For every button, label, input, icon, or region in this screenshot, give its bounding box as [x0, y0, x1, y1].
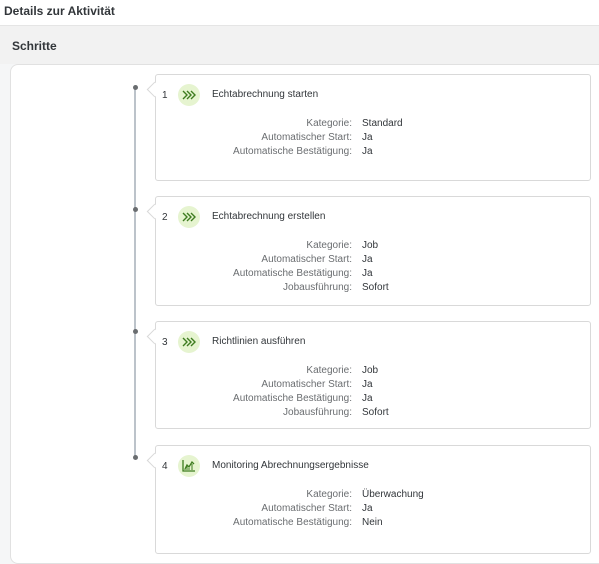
step-title: Echtabrechnung starten	[212, 89, 319, 100]
property-label: Kategorie:	[306, 489, 352, 500]
property-row: Automatische Bestätigung: Nein	[156, 516, 592, 530]
step-card-1[interactable]: 1 Echtabrechnung starten Kategorie: Stand…	[146, 74, 592, 181]
step-card-4[interactable]: 4 Monitoring Abrechnungsergebnisse Kateg…	[146, 445, 592, 554]
section-header: Schritte	[0, 26, 599, 64]
step-number: 1	[162, 90, 168, 101]
property-value: Überwachung	[362, 489, 424, 500]
property-row: Automatischer Start: Ja	[156, 253, 592, 267]
property-value: Standard	[362, 118, 403, 129]
property-label: Kategorie:	[306, 118, 352, 129]
step-card-2[interactable]: 2 Echtabrechnung erstellen Kategorie: Job…	[146, 196, 592, 306]
step-title: Richtlinien ausführen	[212, 336, 306, 347]
property-label: Automatische Bestätigung:	[233, 268, 352, 279]
property-row: Jobausführung: Sofort	[156, 281, 592, 295]
property-label: Automatische Bestätigung:	[233, 517, 352, 528]
step-number: 4	[162, 461, 168, 472]
property-row: Automatische Bestätigung: Ja	[156, 267, 592, 281]
step-title: Echtabrechnung erstellen	[212, 211, 326, 222]
property-value: Ja	[362, 268, 373, 279]
property-label: Jobausführung:	[283, 282, 352, 293]
timeline-dot	[133, 85, 138, 90]
chevrons-forward-icon	[178, 331, 200, 353]
step-card-3[interactable]: 3 Richtlinien ausführen Kategorie: Job Au…	[146, 321, 592, 429]
property-row: Kategorie: Job	[156, 239, 592, 253]
timeline-dot	[133, 207, 138, 212]
page-title: Details zur Aktivität	[4, 4, 115, 18]
property-row: Automatischer Start: Ja	[156, 131, 592, 145]
property-value: Sofort	[362, 282, 389, 293]
property-label: Automatischer Start:	[261, 379, 352, 390]
timeline-dot	[133, 455, 138, 460]
property-value: Ja	[362, 254, 373, 265]
property-value: Ja	[362, 146, 373, 157]
step-number: 3	[162, 337, 168, 348]
property-row: Automatische Bestätigung: Ja	[156, 392, 592, 406]
timeline-line	[134, 87, 136, 457]
property-value: Ja	[362, 393, 373, 404]
property-row: Automatischer Start: Ja	[156, 378, 592, 392]
property-label: Automatische Bestätigung:	[233, 146, 352, 157]
property-label: Kategorie:	[306, 365, 352, 376]
page-header: Details zur Aktivität	[0, 0, 599, 26]
step-title: Monitoring Abrechnungsergebnisse	[212, 460, 369, 471]
timeline-dot	[133, 329, 138, 334]
property-row: Kategorie: Job	[156, 364, 592, 378]
step-properties: Kategorie: Überwachung Automatischer Star…	[156, 488, 592, 530]
property-value: Ja	[362, 132, 373, 143]
property-value: Ja	[362, 379, 373, 390]
property-label: Kategorie:	[306, 240, 352, 251]
section-title: Schritte	[12, 39, 57, 53]
property-label: Jobausführung:	[283, 407, 352, 418]
step-properties: Kategorie: Standard Automatischer Start: J…	[156, 117, 592, 159]
property-label: Automatischer Start:	[261, 254, 352, 265]
step-properties: Kategorie: Job Automatischer Start: Ja Aut…	[156, 364, 592, 420]
property-row: Kategorie: Standard	[156, 117, 592, 131]
property-value: Nein	[362, 517, 383, 528]
property-value: Job	[362, 365, 379, 376]
property-value: Job	[362, 240, 379, 251]
property-label: Automatischer Start:	[261, 503, 352, 514]
property-value: Sofort	[362, 407, 389, 418]
property-label: Automatische Bestätigung:	[233, 393, 352, 404]
property-row: Automatische Bestätigung: Ja	[156, 145, 592, 159]
property-value: Ja	[362, 503, 373, 514]
step-number: 2	[162, 212, 168, 223]
step-properties: Kategorie: Job Automatischer Start: Ja Aut…	[156, 239, 592, 295]
monitoring-chart-icon	[178, 455, 200, 477]
property-label: Automatischer Start:	[261, 132, 352, 143]
property-row: Kategorie: Überwachung	[156, 488, 592, 502]
property-row: Jobausführung: Sofort	[156, 406, 592, 420]
property-row: Automatischer Start: Ja	[156, 502, 592, 516]
chevrons-forward-icon	[178, 206, 200, 228]
chevrons-forward-icon	[178, 84, 200, 106]
